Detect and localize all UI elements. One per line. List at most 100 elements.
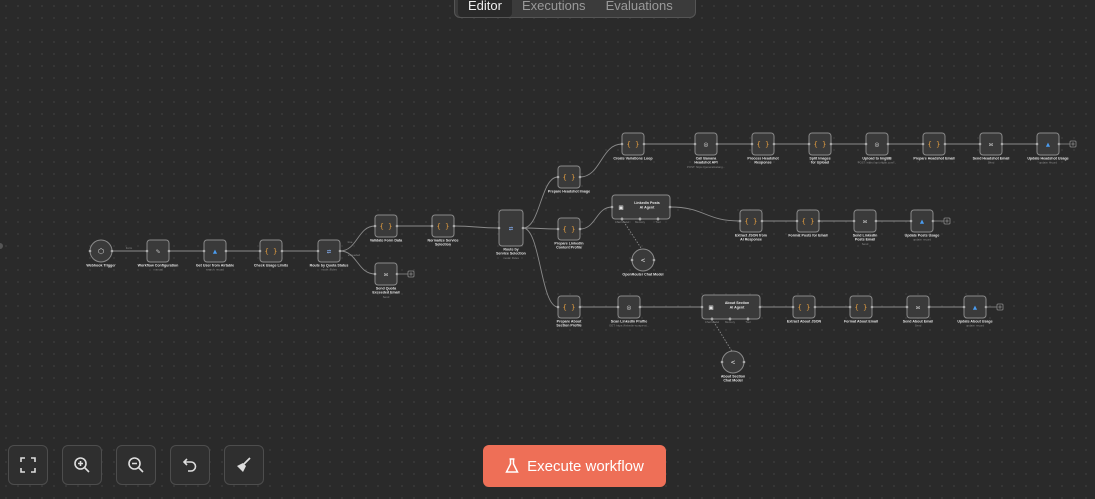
output-port[interactable] [338, 249, 342, 253]
output-port[interactable] [578, 227, 582, 231]
workflow-node[interactable]: { } Format About Email [844, 295, 878, 324]
input-port[interactable] [630, 258, 634, 262]
tidy-up-button[interactable] [224, 445, 264, 485]
output-port[interactable] [943, 142, 947, 146]
add-node-button[interactable] [1059, 140, 1077, 148]
workflow-node[interactable]: { } Create Variations Loop [613, 132, 653, 161]
workflow-node[interactable]: { } Format Posts for Email [788, 209, 828, 238]
input-port[interactable] [497, 226, 501, 230]
connection-edge[interactable] [579, 206, 613, 230]
output-port[interactable] [167, 249, 171, 253]
output-port[interactable] [638, 305, 642, 309]
sub-node-edge[interactable] [711, 318, 734, 354]
input-port[interactable] [848, 305, 852, 309]
zoom-out-button[interactable] [116, 445, 156, 485]
input-port[interactable] [1035, 142, 1039, 146]
input-port[interactable] [202, 249, 206, 253]
workflow-node[interactable]: { } Check Usage Limits [254, 239, 288, 268]
connection-edge[interactable] [522, 227, 559, 308]
input-port[interactable] [750, 142, 754, 146]
input-port[interactable] [258, 249, 262, 253]
workflow-node[interactable]: { }Split Imagesfor Upload [807, 132, 833, 165]
workflow-node[interactable]: ✉Send QuotaExceeded EmailSend [372, 262, 400, 299]
workflow-node[interactable]: ▲Update About Usageupdate: record [957, 295, 993, 328]
workflow-node[interactable]: { }Extract JSON fromAI Response [735, 209, 767, 242]
input-port[interactable] [88, 249, 92, 253]
input-port[interactable] [693, 142, 697, 146]
workflow-node[interactable]: { } Extract About JSON [787, 295, 822, 324]
undo-button[interactable] [170, 445, 210, 485]
workflow-node[interactable]: ✎Workflow Configurationmanual [138, 239, 179, 272]
output-port[interactable] [886, 142, 890, 146]
connection-edge[interactable] [522, 176, 559, 229]
workflow-node[interactable]: ▲Update Headshot Usageupdate: record [1027, 132, 1069, 165]
execute-workflow-button[interactable]: Execute workflow [483, 445, 666, 487]
output-port[interactable] [668, 205, 672, 209]
workflow-node[interactable]: <About SectionChat Model [720, 350, 746, 383]
output-port[interactable] [1000, 142, 1004, 146]
output-port[interactable] [110, 249, 114, 253]
input-port[interactable] [373, 224, 377, 228]
input-port[interactable] [373, 272, 377, 276]
input-port[interactable] [616, 305, 620, 309]
workflow-node[interactable]: ◎Upload to ImgBBPOST: https://api.imgbb.… [858, 132, 897, 165]
input-port[interactable] [316, 249, 320, 253]
output-port[interactable] [758, 305, 762, 309]
output-port[interactable] [772, 142, 776, 146]
workflow-node[interactable]: { }Prepare AboutSection Profile [556, 295, 582, 328]
workflow-node[interactable]: ✉Send LinkedInPosts EmailSend [852, 209, 878, 246]
output-port[interactable] [870, 305, 874, 309]
workflow-node[interactable]: ✉Send Headshot EmailSend [973, 132, 1010, 165]
input-port[interactable] [720, 360, 724, 364]
input-port[interactable] [610, 205, 614, 209]
workflow-node[interactable]: ◎Call BananaHeadshot APIPOST: https://ge… [687, 132, 725, 169]
workflow-node[interactable]: ▣ LinkedIn PostsAI Agent Chat Model Memory T… [610, 194, 672, 224]
output-port[interactable] [521, 226, 525, 230]
add-node-button[interactable] [986, 303, 1004, 311]
workflow-canvas[interactable]: Form true exceeded ⬡ Webhook Trigger ✎Workfl… [0, 0, 1095, 499]
input-port[interactable] [795, 219, 799, 223]
input-port[interactable] [620, 142, 624, 146]
fit-view-button[interactable] [8, 445, 48, 485]
input-port[interactable] [921, 142, 925, 146]
input-port[interactable] [791, 305, 795, 309]
workflow-node[interactable]: ✉Send About EmailSend [903, 295, 934, 328]
output-port[interactable] [578, 305, 582, 309]
workflow-node[interactable]: { } Prepare Headshot Email [913, 132, 955, 161]
input-port[interactable] [978, 142, 982, 146]
workflow-node[interactable]: ▲Update Posts Usageupdate: record [905, 209, 940, 242]
workflow-node[interactable]: < OpenRouter Chat Model [622, 248, 664, 277]
output-port[interactable] [874, 219, 878, 223]
add-node-button[interactable] [397, 270, 415, 278]
input-port[interactable] [909, 219, 913, 223]
connection-edge[interactable] [669, 206, 741, 222]
add-node-button[interactable] [933, 217, 951, 225]
output-port[interactable] [742, 360, 746, 364]
workflow-node[interactable]: { }Process HeadshotResponse [747, 132, 779, 165]
output-port[interactable] [642, 142, 646, 146]
output-port[interactable] [652, 258, 656, 262]
output-port[interactable] [395, 224, 399, 228]
output-port[interactable] [829, 142, 833, 146]
input-port[interactable] [556, 305, 560, 309]
output-port[interactable] [927, 305, 931, 309]
input-port[interactable] [905, 305, 909, 309]
output-port[interactable] [280, 249, 284, 253]
output-port[interactable] [224, 249, 228, 253]
output-port[interactable] [578, 175, 582, 179]
connection-edge[interactable] [453, 225, 500, 229]
output-port[interactable] [813, 305, 817, 309]
workflow-node[interactable]: ⇄Route by Quota Statusmode: Rules [310, 239, 349, 272]
workflow-node[interactable]: ⬡ Webhook Trigger [86, 239, 116, 268]
connection-edge[interactable] [522, 227, 559, 230]
workflow-node[interactable]: { } Prepare Headshot Image [548, 165, 590, 194]
input-port[interactable] [700, 305, 704, 309]
output-port[interactable] [760, 219, 764, 223]
input-port[interactable] [556, 227, 560, 231]
workflow-node[interactable]: { }Normalize ServiceSelection [428, 214, 459, 247]
zoom-in-button[interactable] [62, 445, 102, 485]
connection-edge[interactable] [579, 143, 623, 178]
input-port[interactable] [962, 305, 966, 309]
workflow-node[interactable]: ◎Scan LinkedIn ProfileGET: https://linke… [609, 295, 649, 328]
output-port[interactable] [817, 219, 821, 223]
